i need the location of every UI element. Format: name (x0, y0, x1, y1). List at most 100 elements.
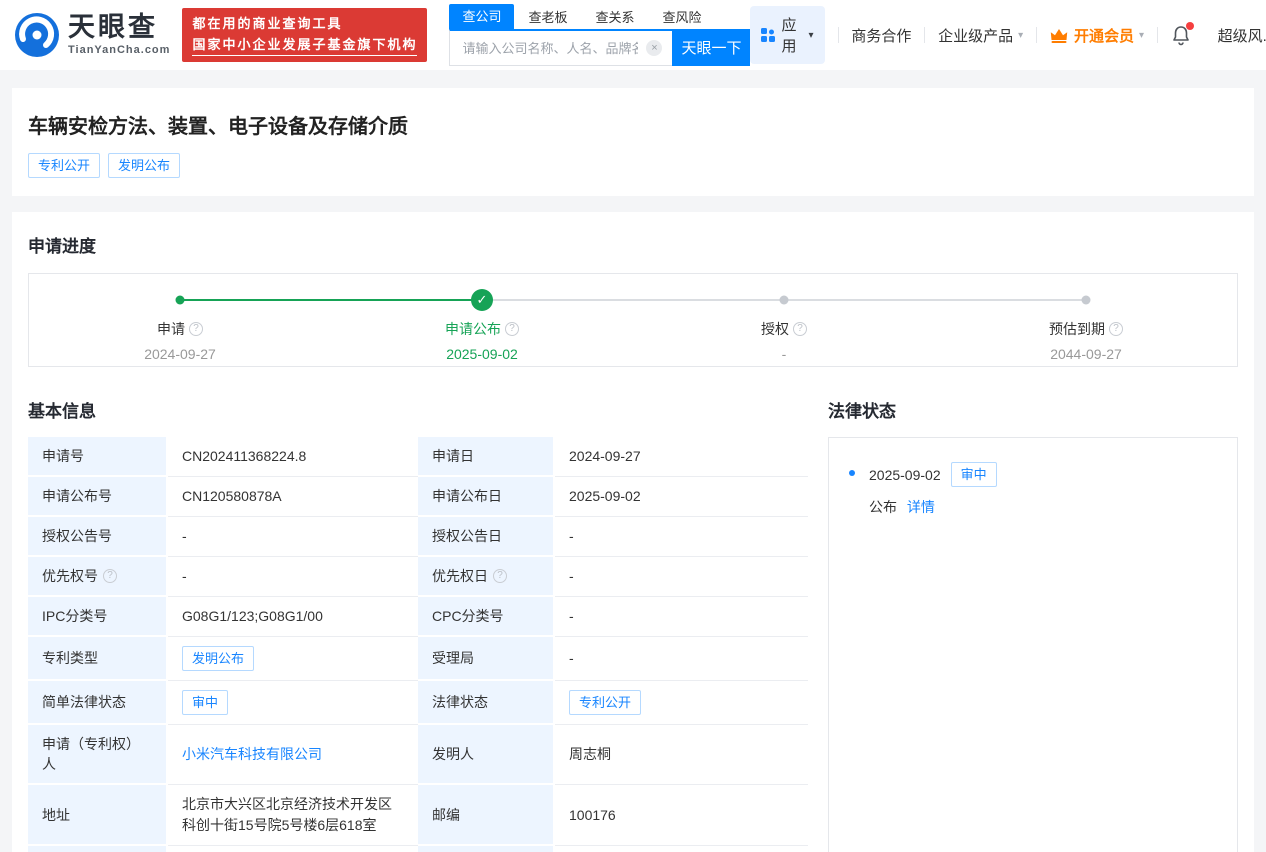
field-label: 申请号 (42, 448, 84, 464)
table-row: 专利类型 发明公布 受理局 - (28, 637, 808, 681)
help-icon[interactable]: ? (505, 322, 519, 336)
field-label: 优先权日 (432, 566, 488, 586)
legal-status-action: 公布 (869, 499, 897, 515)
search-tab-relation[interactable]: 查关系 (581, 7, 648, 29)
chevron-down-icon: ▾ (809, 30, 814, 41)
search-area: 查公司 查老板 查关系 查风险 × 天眼一下 (449, 4, 750, 66)
nav-enterprise[interactable]: 企业级产品 ▾ (938, 25, 1023, 46)
chevron-down-icon: ▾ (1139, 30, 1144, 41)
page-title: 车辆安检方法、装置、电子设备及存储介质 (28, 110, 1238, 139)
field-value: - (569, 650, 574, 666)
apps-grid-icon (761, 28, 775, 42)
field-value: - (569, 568, 574, 584)
nav-partner[interactable]: 商务合作 (851, 25, 911, 46)
header-nav: 应用 ▾ 商务合作 企业级产品 ▾ 开通会员 ▾ (750, 6, 1266, 64)
tag-invention-publish[interactable]: 发明公布 (108, 153, 180, 178)
nav-super-risk[interactable]: 超级风... ▾ (1218, 25, 1266, 46)
field-value: 100176 (569, 807, 616, 823)
table-row: 简单法律状态 审中 法律状态 专利公开 (28, 681, 808, 725)
field-value: - (182, 528, 187, 544)
table-row: 申请（专利权）人 小米汽车科技有限公司 发明人 周志桐 (28, 725, 808, 785)
divider (924, 27, 925, 43)
legal-status-panel: 2025-09-02 审中 公布 详情 (828, 437, 1238, 852)
field-label: CPC分类号 (432, 608, 504, 624)
status-badge[interactable]: 专利公开 (569, 690, 641, 715)
nav-apps-label: 应用 (781, 14, 797, 56)
field-value: CN120580878A (182, 488, 282, 504)
step-label: 申请 (157, 319, 185, 339)
detail-link[interactable]: 详情 (907, 499, 935, 515)
basic-info-table: 申请号 CN202411368224.8 申请日 2024-09-27 申请公布… (28, 437, 808, 852)
legal-status-heading: 法律状态 (828, 397, 1238, 422)
tianyancha-logo[interactable]: 天眼查 TianYanCha.com (14, 12, 170, 58)
table-row: 优先权号 ? - 优先权日 ? - (28, 557, 808, 597)
status-badge[interactable]: 审中 (951, 462, 997, 487)
field-value: G08G1/123;G08G1/00 (182, 608, 323, 624)
field-value: CN202411368224.8 (182, 448, 306, 464)
progress-heading: 申请进度 (28, 232, 1238, 257)
search-tab-company[interactable]: 查公司 (449, 4, 514, 29)
step-date: 2025-09-02 (331, 346, 633, 362)
field-value: 周志桐 (569, 746, 611, 762)
field-value: - (569, 528, 574, 544)
logo-brand-text: 天眼查 (68, 14, 170, 41)
field-label: 授权公告号 (42, 528, 112, 544)
nav-partner-label: 商务合作 (851, 25, 911, 46)
patent-title-card: 车辆安检方法、装置、电子设备及存储介质 专利公开 发明公布 (12, 88, 1254, 196)
search-button[interactable]: 天眼一下 (672, 29, 750, 66)
applicant-link[interactable]: 小米汽车科技有限公司 (182, 746, 322, 762)
field-label: 邮编 (432, 807, 460, 823)
help-icon[interactable]: ? (103, 569, 117, 583)
field-label: 申请日 (432, 448, 474, 464)
legal-status-date: 2025-09-02 (869, 467, 941, 483)
table-row: IPC分类号 G08G1/123;G08G1/00 CPC分类号 - (28, 597, 808, 637)
nav-apps[interactable]: 应用 ▾ (750, 6, 824, 64)
field-label: 法律状态 (432, 694, 488, 710)
table-row: 授权公告号 - 授权公告日 - (28, 517, 808, 557)
search-tabs: 查公司 查老板 查关系 查风险 (449, 4, 750, 29)
field-value: 2024-09-27 (569, 448, 641, 464)
timeline-segment-done (180, 299, 482, 301)
help-icon[interactable]: ? (1109, 322, 1123, 336)
bullet-icon (849, 470, 855, 476)
field-label: IPC分类号 (42, 608, 107, 624)
nav-vip-label: 开通会员 (1074, 25, 1134, 46)
notification-bell[interactable] (1171, 25, 1191, 46)
divider (838, 27, 839, 43)
nav-super-risk-label: 超级风... (1218, 25, 1266, 46)
help-icon[interactable]: ? (793, 322, 807, 336)
search-tab-boss[interactable]: 查老板 (514, 7, 581, 29)
promo-banner-line1: 都在用的商业查询工具 (192, 14, 417, 34)
divider (1036, 27, 1037, 43)
table-row: 地址 北京市大兴区北京经济技术开发区科创十街15号院5号楼6层618室 邮编 1… (28, 785, 808, 846)
tag-patent-open[interactable]: 专利公开 (28, 153, 100, 178)
help-icon[interactable]: ? (493, 569, 507, 583)
search-tab-risk[interactable]: 查风险 (649, 7, 716, 29)
status-badge[interactable]: 审中 (182, 690, 228, 715)
timeline-step-grant: 授权 ? - (633, 319, 935, 362)
nav-vip[interactable]: 开通会员 ▾ (1050, 25, 1144, 46)
notification-dot (1186, 22, 1194, 30)
timeline-step-expire: 预估到期 ? 2044-09-27 (935, 319, 1237, 362)
logo-domain-text: TianYanCha.com (68, 44, 170, 56)
search-input[interactable] (449, 29, 672, 66)
crown-icon (1050, 28, 1068, 43)
step-label: 预估到期 (1049, 319, 1105, 339)
promo-banner-line2: 国家中小企业发展子基金旗下机构 (192, 35, 417, 56)
step-label: 授权 (761, 319, 789, 339)
clear-icon[interactable]: × (646, 40, 662, 56)
field-label: 申请（专利权）人 (42, 736, 140, 772)
check-icon: ✓ (471, 289, 493, 311)
header: 天眼查 TianYanCha.com 都在用的商业查询工具 国家中小企业发展子基… (0, 0, 1266, 70)
timeline-dot-grant (780, 296, 789, 305)
field-label: 发明人 (432, 746, 474, 762)
field-label: 申请公布号 (42, 488, 112, 504)
field-value: - (182, 568, 187, 584)
application-timeline: ✓ 申请 ? 2024-09-27 申请公布 ? 2025-09-02 授权 (28, 273, 1238, 367)
status-badge[interactable]: 发明公布 (182, 646, 254, 671)
field-label: 地址 (42, 807, 70, 823)
step-date: 2024-09-27 (29, 346, 331, 362)
nav-enterprise-label: 企业级产品 (938, 25, 1013, 46)
field-value: - (569, 608, 574, 624)
help-icon[interactable]: ? (189, 322, 203, 336)
